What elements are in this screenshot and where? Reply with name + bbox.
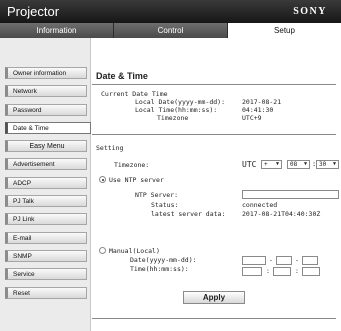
manual-minute-input[interactable] [273, 267, 291, 276]
sidebar-item-date-time[interactable]: Date & Time [5, 122, 91, 134]
ntp-server-input[interactable] [242, 190, 339, 199]
page-title: Date & Time [96, 71, 148, 81]
time-separator: : [266, 267, 270, 275]
sidebar-item-password[interactable]: Password [5, 104, 87, 116]
section-divider [92, 134, 336, 135]
timezone-hours-value: 08 [290, 161, 298, 168]
setting-heading: Setting [96, 144, 124, 152]
main-tabs: Information Control Setup [0, 23, 341, 38]
sidebar-item-snmp[interactable]: SNMP [5, 250, 87, 262]
time-separator: : [295, 267, 299, 275]
sidebar-item-reset[interactable]: Reset [5, 287, 87, 299]
manual-date-label: Date(yyyy-mm-dd): [130, 256, 197, 264]
app-title: Projector [7, 4, 60, 19]
tab-control[interactable]: Control [114, 23, 228, 38]
chevron-down-icon: ▼ [275, 161, 279, 167]
utc-label: UTC [242, 160, 257, 169]
local-date-label: Local Date(yyyy-mm-dd): [135, 98, 226, 106]
manual-day-input[interactable] [302, 256, 318, 265]
local-time-value: 04:41:30 [242, 106, 274, 114]
top-bar: Projector SONY [0, 0, 341, 23]
manual-hour-input[interactable] [242, 267, 262, 276]
sidebar-item-network[interactable]: Network [5, 85, 87, 97]
title-divider [92, 84, 336, 85]
sidebar-item-pj-link[interactable]: PJ Link [5, 213, 87, 225]
use-ntp-radio[interactable] [99, 176, 106, 183]
sidebar-item-easy-menu[interactable]: Easy Menu [5, 140, 87, 152]
manual-local-radio[interactable] [99, 247, 106, 254]
sidebar-item-adcp[interactable]: ADCP [5, 177, 87, 189]
sidebar-item-pj-talk[interactable]: PJ Talk [5, 195, 87, 207]
status-value: connected [242, 201, 278, 209]
sidebar-item-owner-information[interactable]: Owner information [5, 67, 87, 79]
manual-year-input[interactable] [242, 256, 266, 265]
sidebar-item-service[interactable]: Service [5, 268, 87, 280]
setting-timezone-label: Timezone: [114, 161, 150, 169]
timezone-minutes-select[interactable]: 30 ▼ [316, 160, 339, 169]
chevron-down-icon: ▼ [332, 161, 336, 167]
timezone-hours-select[interactable]: 08 ▼ [287, 160, 310, 169]
manual-second-input[interactable] [302, 267, 320, 276]
local-time-label: Local Time(hh:mm:ss): [135, 106, 218, 114]
manual-month-input[interactable] [276, 256, 292, 265]
chevron-down-icon: ▼ [303, 161, 307, 167]
timezone-value: UTC+9 [242, 114, 262, 122]
brand-logo: SONY [293, 6, 327, 17]
tab-setup[interactable]: Setup [228, 23, 341, 38]
timezone-sign-select[interactable]: + ▼ [261, 160, 282, 169]
tab-information[interactable]: Information [0, 23, 114, 38]
use-ntp-label: Use NTP server [109, 176, 164, 184]
status-label: Status: [151, 201, 179, 209]
ntp-server-label: NTP Server: [135, 191, 179, 199]
local-date-value: 2017-08-21 [242, 98, 282, 106]
timezone-label: Timezone [157, 114, 189, 122]
main-panel: Date & Time Current Date Time Local Date… [92, 38, 341, 331]
latest-server-data-label: latest server data: [151, 210, 226, 218]
manual-local-label: Manual(Local) [109, 247, 160, 255]
apply-button[interactable]: Apply [183, 291, 245, 304]
footer-divider [92, 318, 336, 319]
latest-server-data-value: 2017-08-21T04:40:30Z [242, 210, 321, 218]
manual-time-label: Time(hh:mm:ss): [130, 265, 189, 273]
sidebar-item-email[interactable]: E-mail [5, 232, 87, 244]
timezone-minutes-value: 30 [319, 161, 327, 168]
sidebar: Owner information Network Password Date … [0, 38, 91, 331]
date-separator: - [295, 256, 299, 264]
date-separator: - [269, 256, 273, 264]
sidebar-item-advertisement[interactable]: Advertisement [5, 158, 87, 170]
timezone-sign-value: + [264, 161, 268, 168]
current-heading: Current Date Time [101, 90, 168, 98]
